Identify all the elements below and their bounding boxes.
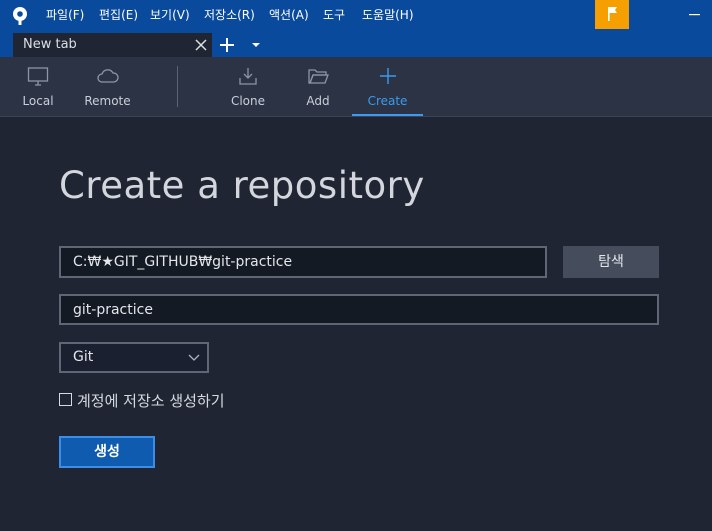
toolbar-create-label: Create (367, 94, 408, 108)
toolbar: Local Remote Clone Add Create (0, 57, 712, 117)
download-tray-icon (239, 68, 257, 85)
toolbar-remote-label: Remote (84, 94, 131, 108)
minimize-button[interactable] (685, 0, 712, 31)
tab-strip: New tab (0, 31, 712, 57)
menu-view[interactable]: 보기(V) (150, 8, 190, 23)
toolbar-divider (177, 66, 178, 107)
browse-button[interactable]: 탐색 (563, 246, 659, 278)
cloud-icon (96, 69, 119, 83)
chevron-down-icon[interactable] (249, 39, 263, 51)
menu-file[interactable]: 파일(F) (46, 8, 84, 23)
folder-open-icon (308, 69, 329, 84)
create-remote-checkbox[interactable] (59, 393, 72, 406)
menu-actions[interactable]: 액션(A) (269, 8, 309, 23)
toolbar-local-label: Local (22, 94, 54, 108)
monitor-icon (27, 67, 49, 86)
toolbar-local-button[interactable]: Local (11, 57, 65, 116)
menu-edit[interactable]: 편집(E) (99, 8, 138, 23)
tab-label: New tab (23, 37, 77, 52)
toolbar-add-label: Add (306, 94, 330, 108)
plus-icon (379, 68, 396, 84)
sourcetree-logo-icon[interactable] (10, 6, 30, 26)
tab-new-tab[interactable]: New tab (13, 33, 212, 57)
menu-help[interactable]: 도움말(H) (362, 8, 414, 23)
sourcetree-window: 파일(F) 편집(E) 보기(V) 저장소(R) 액션(A) 도구 도움말(H)… (0, 0, 712, 531)
toolbar-add-button[interactable]: Add (294, 57, 342, 116)
active-tab-underline (352, 114, 423, 116)
repository-name-input[interactable]: git-practice (59, 294, 659, 325)
vcs-type-select[interactable]: Git (59, 342, 209, 373)
flag-icon (608, 7, 617, 21)
toolbar-create-button[interactable]: Create (352, 57, 423, 116)
close-icon[interactable] (193, 37, 209, 53)
menu-tools[interactable]: 도구 (323, 8, 345, 23)
page-title: Create a repository (59, 164, 425, 207)
menu-repository[interactable]: 저장소(R) (204, 8, 255, 23)
chevron-down-icon (188, 354, 200, 361)
notification-flag-button[interactable] (595, 0, 629, 29)
title-bar: 파일(F) 편집(E) 보기(V) 저장소(R) 액션(A) 도구 도움말(H) (0, 0, 712, 31)
toolbar-clone-label: Clone (230, 94, 266, 108)
vcs-select-value: Git (73, 349, 94, 365)
new-tab-plus-icon[interactable] (218, 36, 236, 54)
create-button[interactable]: 생성 (59, 436, 155, 468)
toolbar-clone-button[interactable]: Clone (222, 57, 274, 116)
destination-path-input[interactable]: C:₩★GIT_GITHUB₩git-practice (59, 246, 547, 278)
toolbar-remote-button[interactable]: Remote (80, 57, 135, 116)
create-remote-label[interactable]: 계정에 저장소 생성하기 (77, 390, 225, 411)
